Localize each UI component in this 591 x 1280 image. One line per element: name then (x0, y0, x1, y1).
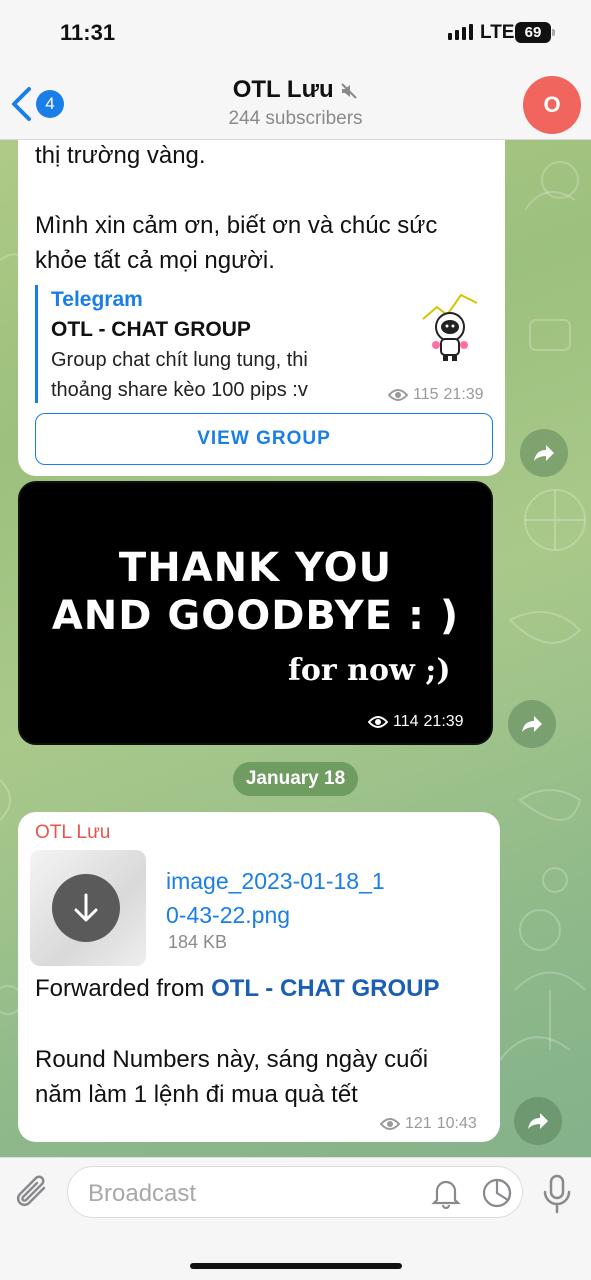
paperclip-icon (16, 1175, 46, 1207)
composer-bar: Broadcast (0, 1157, 591, 1280)
message-bubble[interactable]: thị trường vàng. Mình xin cảm ơn, biết ơ… (18, 100, 505, 476)
forwarded-from[interactable]: Forwarded from OTL - CHAT GROUP (35, 975, 440, 1003)
broadcast-input[interactable]: Broadcast (67, 1166, 523, 1218)
share-arrow-icon (534, 445, 554, 461)
view-group-button[interactable]: VIEW GROUP (35, 413, 493, 465)
eye-icon (368, 716, 388, 728)
image-text-line: THANK YOU (118, 545, 393, 591)
status-bar: 11:31 LTE 69 (0, 0, 591, 68)
download-button[interactable] (52, 874, 120, 942)
status-time: 11:31 (60, 20, 116, 45)
file-name[interactable]: image_2023-01-18_1 0-43-22.png (166, 864, 426, 932)
message-time: 10:43 (436, 1115, 477, 1132)
cellular-signal-icon (448, 24, 473, 40)
microphone-icon[interactable] (540, 1174, 574, 1214)
bell-icon[interactable] (431, 1177, 461, 1209)
eye-icon (388, 389, 408, 401)
download-arrow-icon (74, 893, 98, 922)
share-button[interactable] (520, 429, 568, 477)
channel-name: OTL Lưu (232, 76, 334, 103)
chat-header: 4 OTL Lưu 244 subscribers O (0, 68, 591, 140)
subscriber-count: 244 subscribers (228, 108, 363, 129)
view-count: 115 (413, 386, 439, 403)
message-meta: 115 21:39 (388, 386, 484, 404)
message-time: 21:39 (423, 713, 464, 730)
message-time: 21:39 (443, 386, 484, 403)
attach-button[interactable] (14, 1174, 54, 1214)
battery-icon: 69 (515, 22, 555, 43)
file-thumbnail[interactable] (30, 850, 146, 966)
speaker-muted-icon (341, 82, 358, 99)
share-button[interactable] (514, 1097, 562, 1145)
broadcast-placeholder: Broadcast (88, 1180, 197, 1207)
channel-avatar[interactable]: O (523, 76, 581, 134)
share-button[interactable] (508, 700, 556, 748)
image-message[interactable]: THANK YOU AND GOODBYE : ) for now ;) 114… (18, 481, 493, 745)
image-text-line: AND GOODBYE : ) (51, 593, 460, 639)
eye-icon (380, 1118, 400, 1130)
image-text-line: for now ;) (288, 653, 451, 688)
share-arrow-icon (522, 716, 542, 732)
home-indicator (190, 1263, 402, 1269)
network-type: LTE (480, 22, 515, 43)
message-text: thị trường vàng. Mình xin cảm ơn, biết ơ… (35, 142, 438, 274)
share-arrow-icon (528, 1113, 548, 1129)
forwarded-source[interactable]: OTL - CHAT GROUP (211, 975, 439, 1002)
astronaut-thumbnail-icon (422, 293, 478, 361)
sender-name[interactable]: OTL Lưu (35, 822, 110, 844)
link-preview-description: Group chat chít lung tung, thi thoảng sh… (51, 349, 308, 401)
message-bubble[interactable]: OTL Lưu image_2023-01-18_1 0-43-22.png 1… (18, 812, 500, 1142)
file-size: 184 KB (168, 932, 228, 952)
message-text: Round Numbers này, sáng ngày cuối năm là… (35, 1046, 429, 1108)
scheduled-timer-icon[interactable] (481, 1177, 513, 1209)
channel-title[interactable]: OTL Lưu (0, 76, 591, 104)
message-meta: 121 10:43 (380, 1115, 477, 1133)
view-count: 121 (405, 1115, 432, 1132)
date-separator: January 18 (233, 762, 358, 796)
message-meta: 114 21:39 (368, 713, 464, 731)
view-count: 114 (393, 713, 419, 730)
